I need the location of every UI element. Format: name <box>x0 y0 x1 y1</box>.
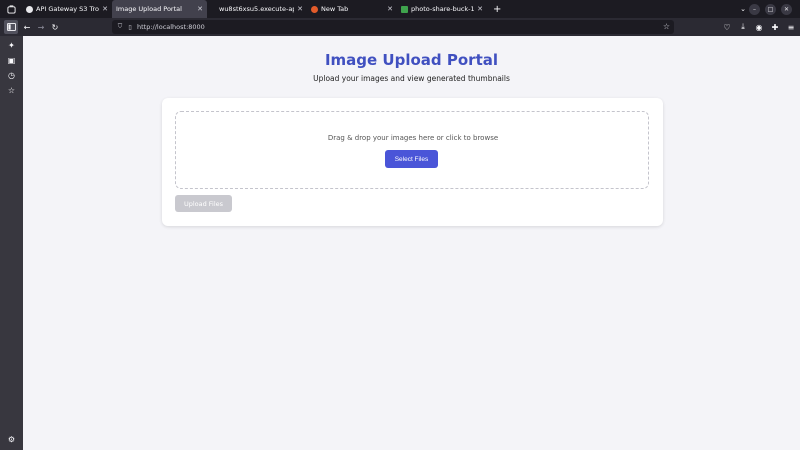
new-tab-button[interactable]: + <box>487 0 507 18</box>
close-icon[interactable]: ✕ <box>102 5 108 13</box>
tab-overview-button[interactable] <box>0 0 22 18</box>
tab-photo-share-bucket[interactable]: photo-share-buck-12 - S3 b ✕ <box>397 0 487 18</box>
firefox-icon <box>311 5 318 13</box>
shield-icon[interactable]: ⛉ <box>115 22 125 32</box>
upload-files-button[interactable]: Upload Files <box>175 195 232 212</box>
file-dropzone[interactable]: Drag & drop your images here or click to… <box>175 111 649 189</box>
globe-icon <box>26 5 33 13</box>
close-icon[interactable]: ✕ <box>477 5 483 13</box>
tab-new-tab[interactable]: New Tab ✕ <box>307 0 397 18</box>
upload-card: Drag & drop your images here or click to… <box>162 98 663 226</box>
close-icon[interactable]: ✕ <box>387 5 393 13</box>
select-files-button[interactable]: Select Files <box>385 150 438 168</box>
page-content: Image Upload Portal Upload your images a… <box>23 36 800 450</box>
dropzone-text: Drag & drop your images here or click to… <box>327 134 499 142</box>
sidebar-toggle-icon[interactable] <box>4 20 18 34</box>
window-controls: – □ ✕ <box>749 0 792 18</box>
close-window-icon[interactable]: ✕ <box>781 3 792 15</box>
close-icon[interactable]: ✕ <box>197 5 203 13</box>
page-title: Image Upload Portal <box>324 51 499 69</box>
page-subtitle: Upload your images and view generated th… <box>313 74 510 83</box>
url-text[interactable]: http://localhost:8000 <box>137 23 205 31</box>
tabs-icon <box>6 4 16 14</box>
page-icon[interactable]: ▯ <box>125 22 135 32</box>
toolbar-right: ♡ ⤓ ◉ ✚ ≡ <box>720 18 798 36</box>
minimize-icon[interactable]: – <box>749 3 760 15</box>
synced-tabs-icon[interactable]: ▣ <box>6 55 17 66</box>
account-icon[interactable]: ◉ <box>752 20 766 34</box>
browser-sidebar: ✦ ▣ ◷ ☆ ⚙ <box>0 36 23 450</box>
history-icon[interactable]: ◷ <box>6 70 17 81</box>
tab-strip: API Gateway S3 Troublesh ✕ Image Upload … <box>0 0 800 18</box>
tab-image-upload-portal[interactable]: Image Upload Portal ✕ <box>112 0 207 18</box>
back-icon[interactable]: ← <box>20 20 34 34</box>
downloads-icon[interactable]: ⤓ <box>736 20 750 34</box>
s3-bucket-icon <box>401 5 408 13</box>
maximize-icon[interactable]: □ <box>765 3 776 15</box>
address-bar[interactable]: ⛉ ▯ http://localhost:8000 ☆ <box>112 20 674 34</box>
list-all-tabs-icon[interactable]: ⌄ <box>738 4 748 14</box>
bookmark-star-icon[interactable]: ☆ <box>663 22 670 31</box>
reload-icon[interactable]: ↻ <box>48 20 62 34</box>
menu-icon[interactable]: ≡ <box>784 20 798 34</box>
extensions-icon[interactable]: ✚ <box>768 20 782 34</box>
forward-icon[interactable]: → <box>34 20 48 34</box>
close-icon[interactable]: ✕ <box>297 5 303 13</box>
tab-execute-api[interactable]: wu8st6xsu5.execute-api.u ✕ <box>207 0 307 18</box>
customize-gear-icon[interactable]: ⚙ <box>6 434 17 445</box>
ai-chatbot-icon[interactable]: ✦ <box>6 40 17 51</box>
tab-api-gateway[interactable]: API Gateway S3 Troublesh ✕ <box>22 0 112 18</box>
bookmarks-star-icon[interactable]: ☆ <box>6 85 17 96</box>
pocket-icon[interactable]: ♡ <box>720 20 734 34</box>
